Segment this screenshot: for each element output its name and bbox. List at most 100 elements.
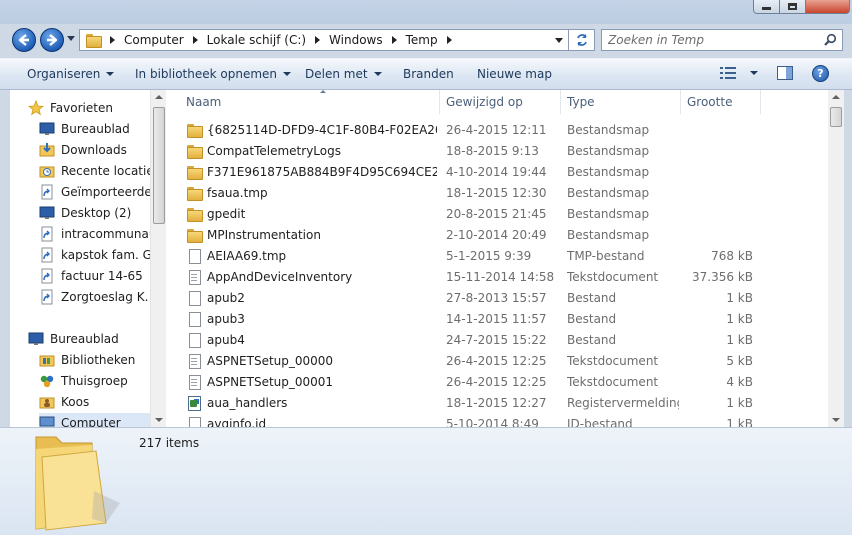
arrow-right-icon	[47, 34, 58, 46]
shortcut-icon	[41, 268, 53, 284]
close-button[interactable]	[806, 0, 850, 14]
table-row[interactable]: aua_handlers 18-1-2015 12:27 Registerver…	[166, 393, 828, 414]
breadcrumb-separator-icon[interactable]	[391, 36, 397, 44]
new-folder-button[interactable]: Nieuwe map	[477, 67, 552, 81]
chevron-down-icon[interactable]	[750, 71, 758, 75]
breadcrumb-separator-icon[interactable]	[315, 36, 321, 44]
table-row[interactable]: avginfo.id 5-10-2014 8:49 ID-bestand 1 k…	[166, 414, 828, 427]
file-modified: 26-4-2015 12:25	[446, 354, 547, 368]
recent-places-icon	[39, 166, 55, 178]
breadcrumb-separator-icon[interactable]	[110, 36, 115, 44]
table-row[interactable]: gpedit 20-8-2015 21:45 Bestandsmap	[166, 204, 828, 225]
breadcrumb-windows[interactable]: Windows	[329, 33, 383, 47]
file-type: Bestand	[567, 312, 617, 326]
sidebar-item-homegroup[interactable]: Thuisgroep	[39, 371, 128, 391]
recent-pages-dropdown[interactable]	[67, 36, 75, 41]
column-header-label: Grootte	[687, 95, 733, 109]
scrollbar-thumb[interactable]	[830, 107, 842, 127]
help-button[interactable]: ?	[812, 65, 829, 82]
chevron-down-icon	[106, 72, 115, 76]
sidebar-item-downloads[interactable]: Downloads	[39, 140, 127, 160]
maximize-button[interactable]	[780, 0, 806, 14]
burn-button[interactable]: Branden	[403, 67, 454, 81]
include-in-library-button[interactable]: In bibliotheek opnemen	[135, 67, 292, 81]
search-box[interactable]	[601, 29, 843, 51]
help-icon: ?	[817, 67, 824, 80]
sidebar-item-label: Bureaublad	[50, 332, 119, 346]
column-header-modified[interactable]: Gewijzigd op	[440, 90, 561, 114]
column-header-size[interactable]: Grootte	[681, 90, 761, 114]
file-type: Tekstdocument	[567, 270, 659, 284]
forward-button[interactable]	[40, 28, 64, 52]
sidebar-item-zorgtoeslag[interactable]: Zorgtoeslag K. Vo	[39, 287, 165, 307]
refresh-icon	[576, 34, 587, 46]
scroll-up-icon[interactable]	[832, 95, 840, 99]
breadcrumb-separator-icon[interactable]	[192, 36, 198, 44]
file-name: ASPNETSetup_00001	[207, 375, 334, 389]
navigation-pane-scrollbar[interactable]	[150, 90, 166, 427]
table-row[interactable]: fsaua.tmp 18-1-2015 12:30 Bestandsmap	[166, 183, 828, 204]
table-row[interactable]: F371E961875AB884B9F4D95C694CE28A-S... 4-…	[166, 162, 828, 183]
file-modified: 15-11-2014 14:58	[446, 270, 555, 284]
table-row[interactable]: {6825114D-DFD9-4C1F-80B4-F02EA206A... 26…	[166, 120, 828, 141]
table-row[interactable]: AppAndDeviceInventory 15-11-2014 14:58 T…	[166, 267, 828, 288]
sort-ascending-icon	[320, 90, 326, 93]
sidebar-item-imported[interactable]: Geïmporteerde a	[39, 182, 163, 202]
address-history-dropdown[interactable]	[555, 38, 563, 43]
table-row[interactable]: apub3 14-1-2015 11:57 Bestand 1 kB	[166, 309, 828, 330]
sidebar-item-intracommunaut[interactable]: intracommunaut	[39, 224, 161, 244]
sidebar-item-desktop-2[interactable]: Desktop (2)	[39, 203, 131, 223]
change-view-button[interactable]	[720, 67, 758, 79]
scrollbar-thumb[interactable]	[153, 107, 165, 224]
sidebar-item-kapstok[interactable]: kapstok fam. Gro	[39, 245, 164, 265]
minimize-button[interactable]	[753, 0, 780, 14]
preview-pane-button[interactable]	[777, 66, 793, 80]
table-row[interactable]: ASPNETSetup_00000 26-4-2015 12:25 Tekstd…	[166, 351, 828, 372]
sidebar-item-libraries[interactable]: Bibliotheken	[39, 350, 135, 370]
table-row[interactable]: CompatTelemetryLogs 18-8-2015 9:13 Besta…	[166, 141, 828, 162]
table-row[interactable]: apub4 24-7-2015 15:22 Bestand 1 kB	[166, 330, 828, 351]
column-header-type[interactable]: Type	[561, 90, 681, 114]
item-count: 217 items	[139, 436, 200, 450]
file-size: 1 kB	[726, 417, 753, 427]
file-list-scrollbar[interactable]	[828, 90, 844, 427]
scroll-down-icon[interactable]	[832, 418, 840, 422]
file-type: Registervermelding...	[567, 396, 679, 410]
file-modified: 5-10-2014 8:49	[446, 417, 539, 427]
sidebar-item-computer[interactable]: Computer	[39, 413, 165, 427]
table-row[interactable]: apub2 27-8-2013 15:57 Bestand 1 kB	[166, 288, 828, 309]
sidebar-item-bureaublad[interactable]: Bureaublad	[39, 119, 130, 139]
breadcrumb-computer[interactable]: Computer	[124, 33, 184, 47]
scroll-up-icon[interactable]	[155, 95, 163, 99]
share-with-button[interactable]: Delen met	[305, 67, 382, 81]
search-input[interactable]	[608, 31, 818, 49]
table-row[interactable]: ASPNETSetup_00001 26-4-2015 12:25 Tekstd…	[166, 372, 828, 393]
sidebar-item-label: Thuisgroep	[61, 374, 128, 388]
user-folder-icon	[39, 397, 55, 409]
organize-menu-button[interactable]: Organiseren	[27, 67, 115, 81]
file-modified: 4-10-2014 19:44	[446, 165, 547, 179]
sidebar-item-factuur[interactable]: factuur 14-65	[39, 266, 143, 286]
sidebar-item-koos[interactable]: Koos	[39, 392, 89, 412]
back-button[interactable]	[12, 28, 36, 52]
column-header-label: Type	[567, 95, 595, 109]
search-icon[interactable]	[823, 33, 837, 47]
file-modified: 26-4-2015 12:25	[446, 375, 547, 389]
shortcut-icon	[41, 226, 53, 242]
table-row[interactable]: AEIAA69.tmp 5-1-2015 9:39 TMP-bestand 76…	[166, 246, 828, 267]
sidebar-favorites-header[interactable]: Favorieten	[28, 98, 113, 118]
address-bar[interactable]: Computer Lokale schijf (C:) Windows Temp	[79, 29, 569, 51]
sidebar-item-recent-places[interactable]: Recente locaties	[39, 161, 160, 181]
refresh-button[interactable]	[569, 29, 595, 51]
column-header-name[interactable]: Naam	[180, 90, 440, 114]
breadcrumb-temp[interactable]: Temp	[406, 33, 438, 47]
scroll-down-icon[interactable]	[155, 418, 163, 422]
breadcrumb-separator-icon[interactable]	[446, 36, 452, 44]
chevron-down-icon	[283, 72, 292, 76]
breadcrumb-local-disk[interactable]: Lokale schijf (C:)	[207, 33, 306, 47]
sidebar-item-label: intracommunaut	[61, 227, 162, 241]
large-folder-icon	[35, 436, 120, 531]
sidebar-desktop-header[interactable]: Bureaublad	[28, 329, 119, 349]
file-name: apub3	[207, 312, 245, 326]
table-row[interactable]: MPInstrumentation 2-10-2014 20:49 Bestan…	[166, 225, 828, 246]
